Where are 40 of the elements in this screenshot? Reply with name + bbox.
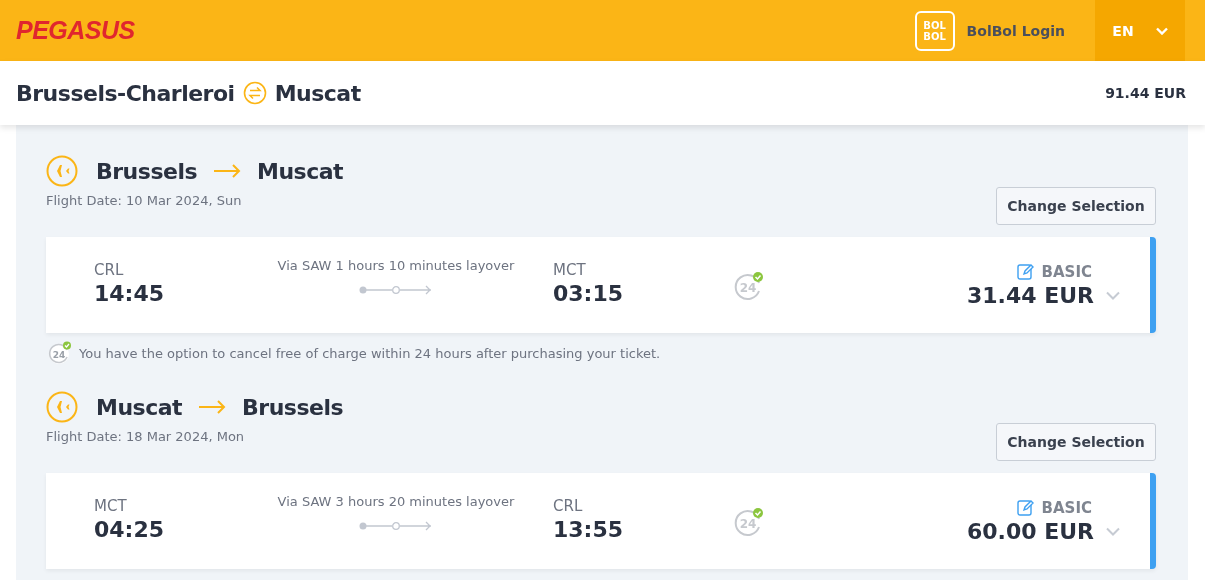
arrival-time: 13:55	[553, 516, 625, 542]
cancellation-note: You have the option to cancel free of charge within 24 hours after purchasing your ticket.	[79, 345, 661, 361]
login-link[interactable]: BolBol Login	[966, 22, 1065, 39]
free-cancel-icon: 24	[48, 341, 72, 365]
chevron-down-icon[interactable]	[1106, 290, 1120, 300]
departure-city: Brussels	[96, 158, 198, 184]
chevron-down-icon[interactable]	[1106, 526, 1120, 536]
airport-code: MCT	[553, 260, 587, 279]
departure-time: 14:45	[94, 280, 166, 306]
departure-city: Muscat	[96, 394, 183, 420]
layover-text: Via SAW 1 hours 10 minutes layover	[277, 257, 515, 273]
layover-text: Via SAW 3 hours 20 minutes layover	[277, 493, 515, 509]
swap-icon	[242, 81, 267, 105]
origin-city: Brussels-Charleroi	[16, 80, 235, 106]
flight-price: 31.44 EUR	[966, 282, 1094, 308]
flight-date: Flight Date: 10 Mar 2024, Sun	[46, 193, 242, 208]
flight-price: 60.00 EUR	[966, 518, 1094, 544]
chevron-down-icon	[1155, 26, 1168, 35]
arrow-right-icon	[198, 400, 227, 414]
flight-card[interactable]: MCT 04:25 Via SAW 3 hours 20 minutes layover CRL 13:55 24 BASIC 60.00 EUR	[46, 473, 1156, 569]
edit-icon[interactable]	[1016, 499, 1034, 516]
change-selection-button[interactable]: Change Selection	[996, 423, 1156, 461]
fare-type: BASIC	[1041, 498, 1092, 517]
total-price: 91.44 EUR	[1105, 85, 1186, 101]
route-line-icon	[359, 284, 433, 295]
airport-code: MCT	[94, 496, 128, 515]
flight-date: Flight Date: 18 Mar 2024, Mon	[46, 429, 245, 444]
edit-icon[interactable]	[1016, 263, 1034, 280]
arrival-city: Brussels	[242, 394, 344, 420]
departure-time: 04:25	[94, 516, 166, 542]
fare-type: BASIC	[1041, 262, 1092, 281]
destination-city: Muscat	[274, 80, 361, 106]
arrival-city: Muscat	[257, 158, 344, 184]
flight-card[interactable]: CRL 14:45 Via SAW 1 hours 10 minutes layover MCT 03:15 24 BASIC 31.44 EUR	[46, 237, 1156, 333]
airport-code: CRL	[94, 260, 125, 279]
arrival-time: 03:15	[553, 280, 625, 306]
airport-code: CRL	[553, 496, 584, 515]
change-selection-button[interactable]: Change Selection	[996, 187, 1156, 225]
arrow-right-icon	[213, 164, 242, 178]
route-line-icon	[359, 520, 433, 531]
